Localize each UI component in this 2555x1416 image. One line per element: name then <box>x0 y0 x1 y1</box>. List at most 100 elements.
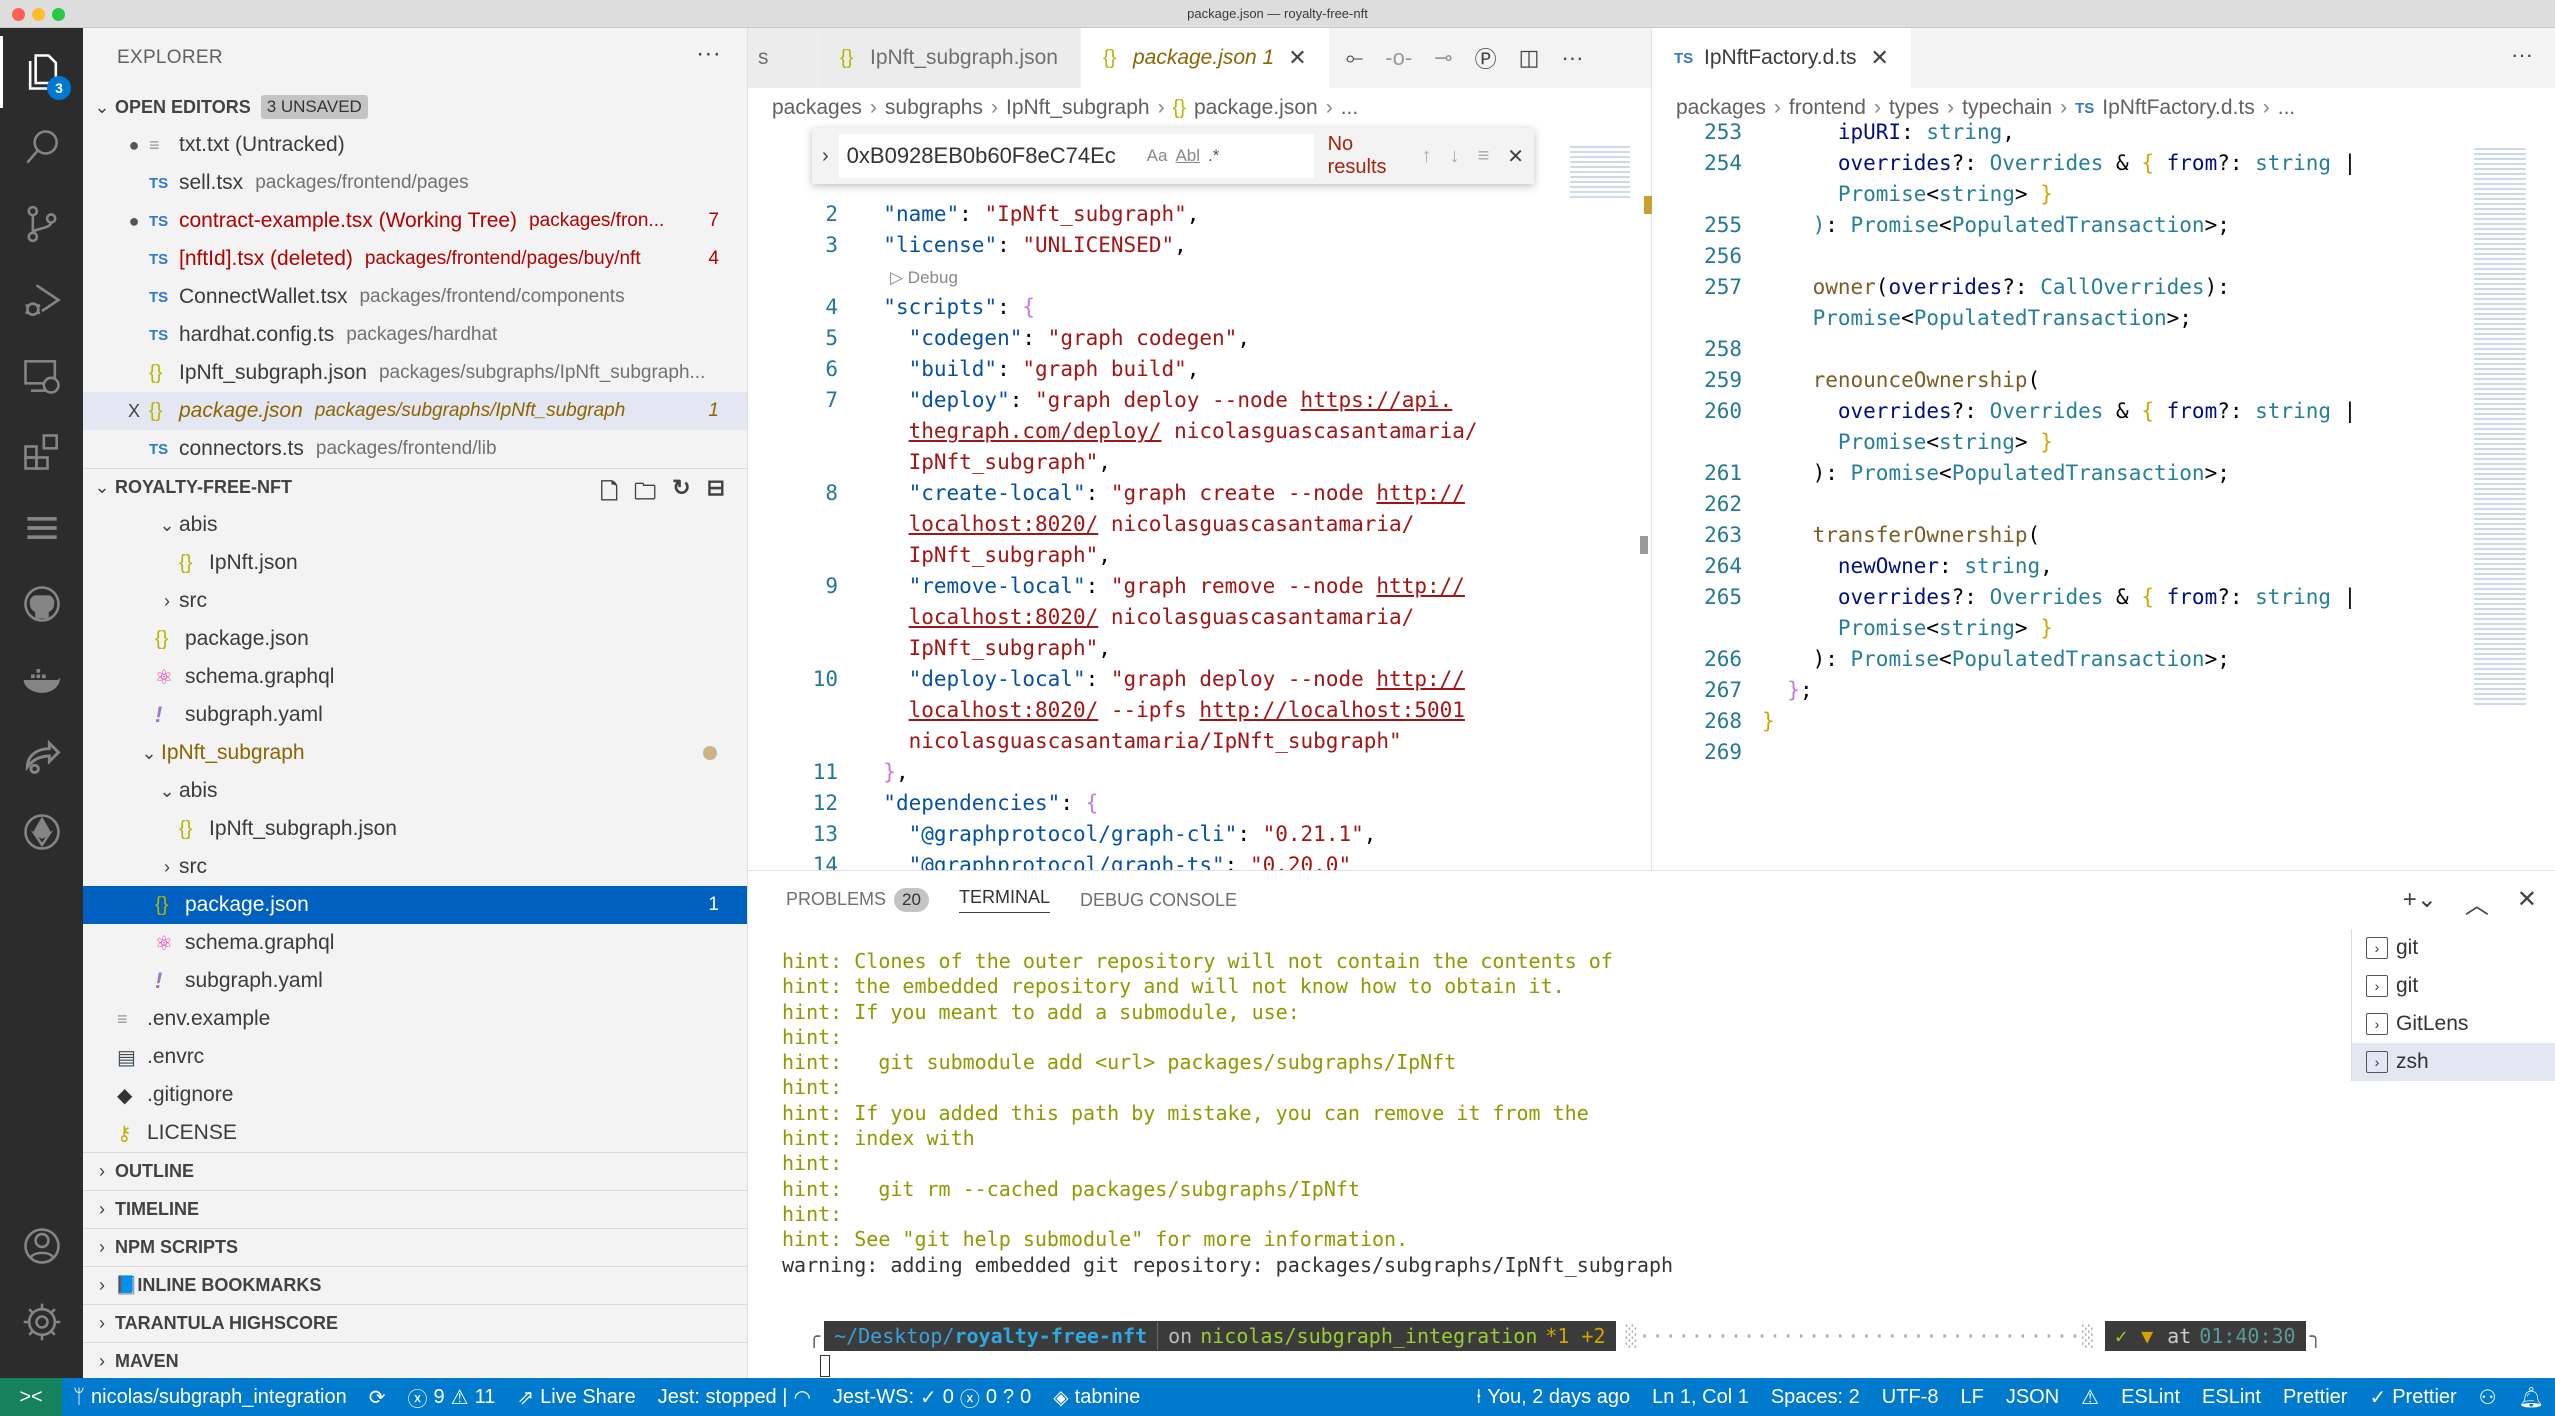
section-npm-scripts[interactable]: › NPM SCRIPTS <box>83 1228 747 1266</box>
source-control-icon[interactable] <box>0 188 83 260</box>
breadcrumb-item[interactable]: frontend <box>1789 96 1866 120</box>
tree-folder[interactable]: ⌄ abis <box>83 506 747 544</box>
open-editor-item[interactable]: TS sell.tsx packages/frontend/pages <box>83 164 747 202</box>
breadcrumb-item[interactable]: ... <box>1341 96 1359 120</box>
more-actions-icon[interactable]: ··· <box>2511 42 2533 68</box>
breadcrumb-item[interactable]: typechain <box>1962 96 2052 120</box>
open-editor-item[interactable]: ● ≡ txt.txt (Untracked) <box>83 126 747 164</box>
ethereum-icon[interactable] <box>0 796 83 868</box>
prettier-status[interactable]: Prettier <box>2272 1386 2358 1409</box>
breadcrumb-item[interactable]: package.json <box>1194 96 1318 120</box>
code-editor-ipnftfactory[interactable]: 253 ipURI: string, 254 overrides?: Overri… <box>1652 120 2555 870</box>
terminal-instance[interactable]: › git <box>2352 929 2555 967</box>
jest-status[interactable]: Jest: stopped | ◠ <box>647 1385 822 1410</box>
eslint-status[interactable]: ESLint <box>2110 1386 2191 1409</box>
tab-terminal[interactable]: TERMINAL <box>958 887 1050 913</box>
workspace-section-header[interactable]: ⌄ ROYALTY-FREE-NFT 🗋 🗀 ↻ ⊟ <box>83 468 747 506</box>
tree-folder[interactable]: ⌄ abis <box>83 772 747 810</box>
chevron-down-icon[interactable]: ⌄ <box>137 743 161 764</box>
run-debug-icon[interactable] <box>0 264 83 336</box>
new-terminal-icon[interactable]: +⌄ <box>2403 885 2437 920</box>
use-regex-toggle[interactable]: .* <box>1208 146 1219 166</box>
live-share-icon[interactable] <box>0 720 83 792</box>
open-editors-section-header[interactable]: ⌄ OPEN EDITORS 3 UNSAVED <box>83 88 747 126</box>
debug-codelens[interactable]: ▷ Debug <box>890 268 958 288</box>
explorer-more-actions-button[interactable]: ··· <box>696 40 721 68</box>
git-blame[interactable]: ⍿ You, 2 days ago <box>1465 1386 1641 1409</box>
terminal-output[interactable]: hint: Clones of the outer repository wil… <box>782 949 1673 1278</box>
chevron-right-icon[interactable]: › <box>155 857 179 878</box>
list-icon[interactable] <box>0 492 83 564</box>
breadcrumb-item[interactable]: packages <box>1676 96 1766 120</box>
tab-debug-console[interactable]: DEBUG CONSOLE <box>1080 890 1237 911</box>
git-next-revision-icon[interactable]: ⊸ <box>1434 45 1452 71</box>
open-editor-item[interactable]: TS connectors.ts packages/frontend/lib <box>83 430 747 468</box>
minimap[interactable] <box>2474 148 2526 708</box>
open-editor-item[interactable]: {} IpNft_subgraph.json packages/subgraphs/… <box>83 354 747 392</box>
eslint-status-2[interactable]: ESLint <box>2191 1386 2272 1409</box>
remote-explorer-icon[interactable] <box>0 340 83 412</box>
unsaved-dot-icon[interactable]: ● <box>119 211 149 232</box>
git-branch[interactable]: ᛘ nicolas/subgraph_integration <box>62 1386 358 1409</box>
match-case-toggle[interactable]: Aa <box>1147 146 1168 166</box>
docker-icon[interactable] <box>0 644 83 716</box>
tree-file[interactable]: {} IpNft_subgraph.json <box>83 810 747 848</box>
tree-file[interactable]: {} package.json 1 <box>83 886 747 924</box>
settings-gear-icon[interactable] <box>0 1286 83 1358</box>
match-whole-word-toggle[interactable]: Abl <box>1175 146 1200 166</box>
find-input[interactable] <box>846 143 1139 169</box>
more-actions-icon[interactable]: ··· <box>1561 45 1583 71</box>
account-icon[interactable] <box>0 1210 83 1282</box>
sync-button[interactable]: ⟳ <box>358 1385 397 1410</box>
toggle-replace-icon[interactable]: › <box>822 145 829 168</box>
language-mode[interactable]: JSON <box>1995 1386 2070 1409</box>
open-editor-item[interactable]: ● TS contract-example.tsx (Working Tree) pa… <box>83 202 747 240</box>
end-of-line[interactable]: LF <box>1949 1386 1994 1409</box>
open-editor-item[interactable]: X{} package.json packages/subgraphs/IpNft_… <box>83 392 747 430</box>
open-editor-item[interactable]: TS [nftId].tsx (deleted) packages/frontend… <box>83 240 747 278</box>
unsaved-dot-icon[interactable]: ● <box>119 135 149 156</box>
tree-file[interactable]: ▤ .envrc <box>83 1038 747 1076</box>
breadcrumb-item[interactable]: IpNftFactory.d.ts <box>2102 96 2255 120</box>
tab-truncated[interactable]: s <box>748 28 818 88</box>
tree-file[interactable]: ≡ .env.example <box>83 1000 747 1038</box>
terminal-instance[interactable]: › GitLens <box>2352 1005 2555 1043</box>
github-icon[interactable] <box>0 568 83 640</box>
minimap[interactable] <box>1570 146 1630 198</box>
breadcrumb-item[interactable]: ... <box>2278 96 2296 120</box>
section-tarantula-highscore[interactable]: › TARANTULA HIGHSCORE <box>83 1304 747 1342</box>
section-maven[interactable]: › MAVEN <box>83 1342 747 1380</box>
chevron-down-icon[interactable]: ⌄ <box>155 515 179 536</box>
tree-file[interactable]: {} IpNft.json <box>83 544 747 582</box>
search-icon[interactable] <box>0 112 83 184</box>
previous-match-icon[interactable]: ↑ <box>1422 145 1432 168</box>
close-tab-icon[interactable]: ✕ <box>1288 45 1306 71</box>
indentation[interactable]: Spaces: 2 <box>1760 1386 1871 1409</box>
tree-file[interactable]: ! subgraph.yaml <box>83 696 747 734</box>
open-changes-icon[interactable]: Ⓟ <box>1475 42 1497 74</box>
tree-file[interactable]: ⚛ schema.graphql <box>83 924 747 962</box>
prettier-check[interactable]: ✓ Prettier <box>2358 1385 2467 1410</box>
warning-icon[interactable]: ⚠ <box>2070 1385 2110 1410</box>
tab-problems[interactable]: PROBLEMS 20 <box>786 888 929 912</box>
tree-file[interactable]: ! subgraph.yaml <box>83 962 747 1000</box>
maximize-panel-icon[interactable]: ︿ <box>2465 885 2489 920</box>
encoding[interactable]: UTF-8 <box>1871 1386 1950 1409</box>
breadcrumb-item[interactable]: IpNft_subgraph <box>1006 96 1150 120</box>
terminal-instance[interactable]: › zsh <box>2352 1043 2555 1081</box>
cursor-position[interactable]: Ln 1, Col 1 <box>1641 1386 1760 1409</box>
breadcrumb-item[interactable]: packages <box>772 96 862 120</box>
section-outline[interactable]: › OUTLINE <box>83 1152 747 1190</box>
live-share-button[interactable]: ⇗ Live Share <box>506 1385 646 1410</box>
feedback-icon[interactable]: ⚇ <box>2468 1385 2508 1410</box>
chevron-right-icon[interactable]: › <box>155 591 179 612</box>
section-timeline[interactable]: › TIMELINE <box>83 1190 747 1228</box>
open-editor-item[interactable]: TS hardhat.config.ts packages/hardhat <box>83 316 747 354</box>
close-tab-icon[interactable]: ✕ <box>1871 45 1889 71</box>
terminal-instance[interactable]: › git <box>2352 967 2555 1005</box>
close-editor-icon[interactable]: X <box>119 401 149 422</box>
tab-package-json[interactable]: {} package.json 1 ✕ <box>1080 28 1330 88</box>
problems-indicator[interactable]: ⓧ 9 ⚠ 11 <box>397 1383 507 1412</box>
scrollbar-thumb[interactable] <box>1640 536 1648 554</box>
tab-ipnft-subgraph-json[interactable]: {} IpNft_subgraph.json <box>818 28 1081 88</box>
